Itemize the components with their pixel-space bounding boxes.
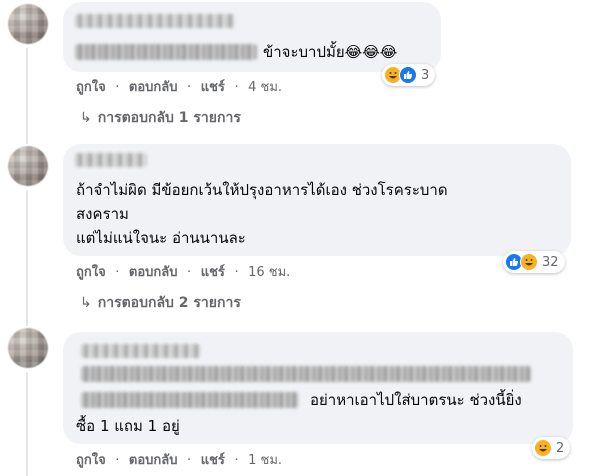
reaction-count: 3 xyxy=(421,67,430,83)
comment-bubble: อย่าหาเอาไปใส่บาตรนะ ช่วงนี้ยิ่ง ซื้อ 1 … xyxy=(63,332,573,444)
avatar[interactable] xyxy=(8,146,48,186)
comment-timestamp[interactable]: 16 ชม. xyxy=(248,265,290,280)
reaction-count: 2 xyxy=(556,440,565,456)
comment-text-blurred xyxy=(81,392,299,408)
commenter-name-blurred[interactable] xyxy=(75,14,235,28)
avatar[interactable] xyxy=(8,4,48,44)
like-icon xyxy=(399,66,417,84)
reply-action[interactable]: ตอบกลับ xyxy=(129,80,178,95)
reply-arrow-icon: ↳ xyxy=(80,295,92,311)
thread-line xyxy=(26,48,28,144)
view-replies-link[interactable]: ↳ การตอบกลับ 1 รายการ xyxy=(80,109,241,127)
comment-timestamp[interactable]: 1 ชม. xyxy=(248,453,282,468)
view-replies-link[interactable]: ↳ การตอบกลับ 2 รายการ xyxy=(80,294,241,312)
reply-arrow-icon: ↳ xyxy=(80,110,92,126)
comment-text-blurred xyxy=(81,366,531,382)
like-action[interactable]: ถูกใจ xyxy=(76,80,106,95)
comment-text-line: ถ้าจำไม่ผิด มีข้อยกเว้นให้ปรุงอาหารได้เอ… xyxy=(76,181,448,199)
thread-line xyxy=(26,190,28,326)
reply-action[interactable]: ตอบกลับ xyxy=(129,453,178,468)
share-action[interactable]: แชร์ xyxy=(201,453,225,468)
comment-text-blurred xyxy=(75,44,257,60)
replies-count-label: การตอบกลับ 1 รายการ xyxy=(97,110,241,126)
comment-text: ข้าจะบาปมั้ย😂😂😂 xyxy=(263,43,398,61)
commenter-name-blurred[interactable] xyxy=(81,344,201,358)
comment-actions: ถูกใจ · ตอบกลับ · แชร์ · 16 ชม. xyxy=(76,265,291,280)
haha-icon xyxy=(534,439,552,457)
reaction-summary[interactable]: 2 xyxy=(532,437,571,459)
comment-actions: ถูกใจ · ตอบกลับ · แชร์ · 1 ชม. xyxy=(76,453,283,468)
comment-bubble: ข้าจะบาปมั้ย😂😂😂 xyxy=(63,2,441,72)
comment-text-line: แต่ไม่แน่ใจนะ อ่านนานละ xyxy=(76,229,246,247)
comment-text-line: ซื้อ 1 แถม 1 อยู่ xyxy=(76,417,180,435)
comment-text-line: อย่าหาเอาไปใส่บาตรนะ ช่วงนี้ยิ่ง xyxy=(310,391,522,409)
comment-bubble: ถ้าจำไม่ผิด มีข้อยกเว้นให้ปรุงอาหารได้เอ… xyxy=(63,144,571,256)
commenter-name-blurred[interactable] xyxy=(75,153,147,167)
like-action[interactable]: ถูกใจ xyxy=(76,453,106,468)
reaction-summary[interactable]: 3 xyxy=(382,64,436,86)
reaction-summary[interactable]: 32 xyxy=(503,251,565,273)
thread-line xyxy=(26,372,28,476)
comment-timestamp[interactable]: 4 ชม. xyxy=(248,80,282,95)
comment-actions: ถูกใจ · ตอบกลับ · แชร์ · 4 ชม. xyxy=(76,80,283,95)
share-action[interactable]: แชร์ xyxy=(201,265,225,280)
haha-icon xyxy=(520,253,538,271)
replies-count-label: การตอบกลับ 2 รายการ xyxy=(97,295,241,311)
avatar[interactable] xyxy=(8,328,48,368)
reaction-count: 32 xyxy=(542,254,559,270)
share-action[interactable]: แชร์ xyxy=(201,80,225,95)
reply-action[interactable]: ตอบกลับ xyxy=(129,265,178,280)
like-action[interactable]: ถูกใจ xyxy=(76,265,106,280)
comment-text-line: สงคราม xyxy=(76,205,129,223)
